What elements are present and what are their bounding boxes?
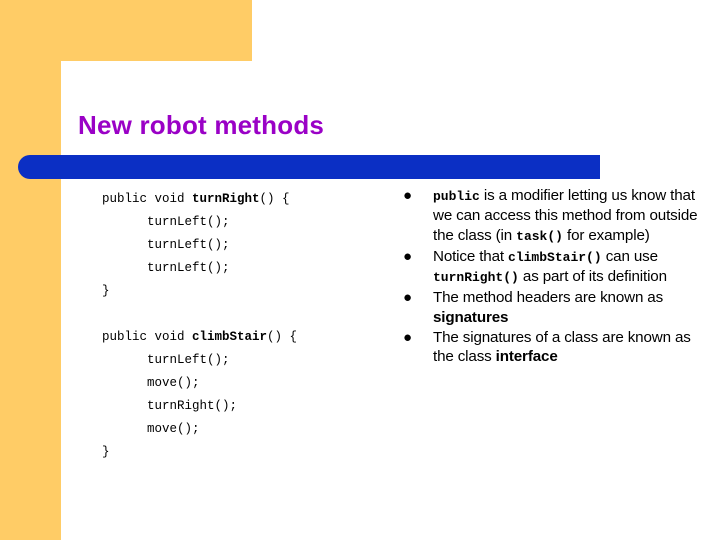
inline-text: as part of its definition bbox=[518, 268, 667, 286]
code-line: turnLeft(); bbox=[102, 257, 387, 280]
code-text: () { bbox=[267, 330, 298, 344]
list-item-text: Notice that climbStair() can use turnRig… bbox=[433, 247, 700, 288]
bullet-list: ● public is a modifier letting us know th… bbox=[398, 186, 700, 368]
inline-text: can use bbox=[601, 247, 658, 265]
page-title: New robot methods bbox=[78, 110, 325, 140]
code-text: turnRight(); bbox=[147, 399, 238, 413]
decorative-yellow-left-column bbox=[0, 0, 61, 540]
code-text: public void bbox=[102, 330, 193, 344]
code-block: public void turnRight() {turnLeft(); turn… bbox=[102, 188, 387, 464]
list-item-text: The method headers are known as signatur… bbox=[433, 288, 700, 327]
slide-canvas: New robot methods public void turnRight(… bbox=[0, 0, 720, 540]
code-text: } bbox=[102, 284, 110, 298]
code-text: } bbox=[102, 445, 110, 459]
code-line: } bbox=[102, 441, 387, 464]
emphasis-term: interface bbox=[495, 348, 558, 366]
list-item-text: public is a modifier letting us know tha… bbox=[433, 186, 700, 246]
code-line: turnRight(); bbox=[102, 395, 387, 418]
code-line: } bbox=[102, 280, 387, 303]
code-text: move(); bbox=[147, 376, 200, 390]
code-line: move(); bbox=[102, 372, 387, 395]
code-text: turnLeft(); bbox=[147, 353, 230, 367]
code-text: () { bbox=[259, 192, 290, 206]
code-text: public void bbox=[102, 192, 193, 206]
code-text: turnLeft(); bbox=[147, 238, 230, 252]
decorative-blue-title-bar bbox=[18, 155, 600, 179]
bullet-marker-icon: ● bbox=[403, 247, 413, 265]
code-line: turnLeft(); bbox=[102, 349, 387, 372]
inline-text: Notice that bbox=[433, 247, 509, 265]
list-item-text: The signatures of a class are known as t… bbox=[433, 328, 700, 367]
code-method-name: climbStair bbox=[192, 330, 268, 344]
inline-code: task() bbox=[516, 228, 563, 244]
bullet-marker-icon: ● bbox=[403, 187, 413, 204]
bullet-marker-icon: ● bbox=[403, 329, 413, 347]
bullet-marker-icon: ● bbox=[403, 289, 413, 307]
code-text: turnLeft(); bbox=[147, 261, 230, 275]
code-line: public void climbStair() { bbox=[102, 326, 387, 349]
list-item: ● The method headers are known as signatu… bbox=[398, 288, 700, 327]
list-item: ● Notice that climbStair() can use turnRi… bbox=[398, 247, 700, 288]
inline-text: for example) bbox=[562, 226, 650, 244]
inline-text: The signatures of a class are known as t… bbox=[433, 329, 691, 366]
code-line: public void turnRight() { bbox=[102, 188, 387, 211]
code-text: turnLeft(); bbox=[147, 215, 230, 229]
inline-text: The method headers are known as bbox=[433, 289, 664, 307]
inline-code: turnRight() bbox=[433, 270, 519, 286]
list-item: ● public is a modifier letting us know th… bbox=[398, 186, 700, 246]
emphasis-term: signatures bbox=[433, 308, 509, 326]
code-line: move(); bbox=[102, 418, 387, 441]
code-line: turnLeft(); bbox=[102, 211, 387, 234]
list-item: ● The signatures of a class are known as … bbox=[398, 328, 700, 367]
code-text: move(); bbox=[147, 422, 200, 436]
code-method-name: turnRight bbox=[192, 192, 260, 206]
inline-code: public bbox=[433, 189, 480, 204]
code-line: turnLeft(); bbox=[102, 234, 387, 257]
inline-code: climbStair() bbox=[508, 249, 602, 265]
